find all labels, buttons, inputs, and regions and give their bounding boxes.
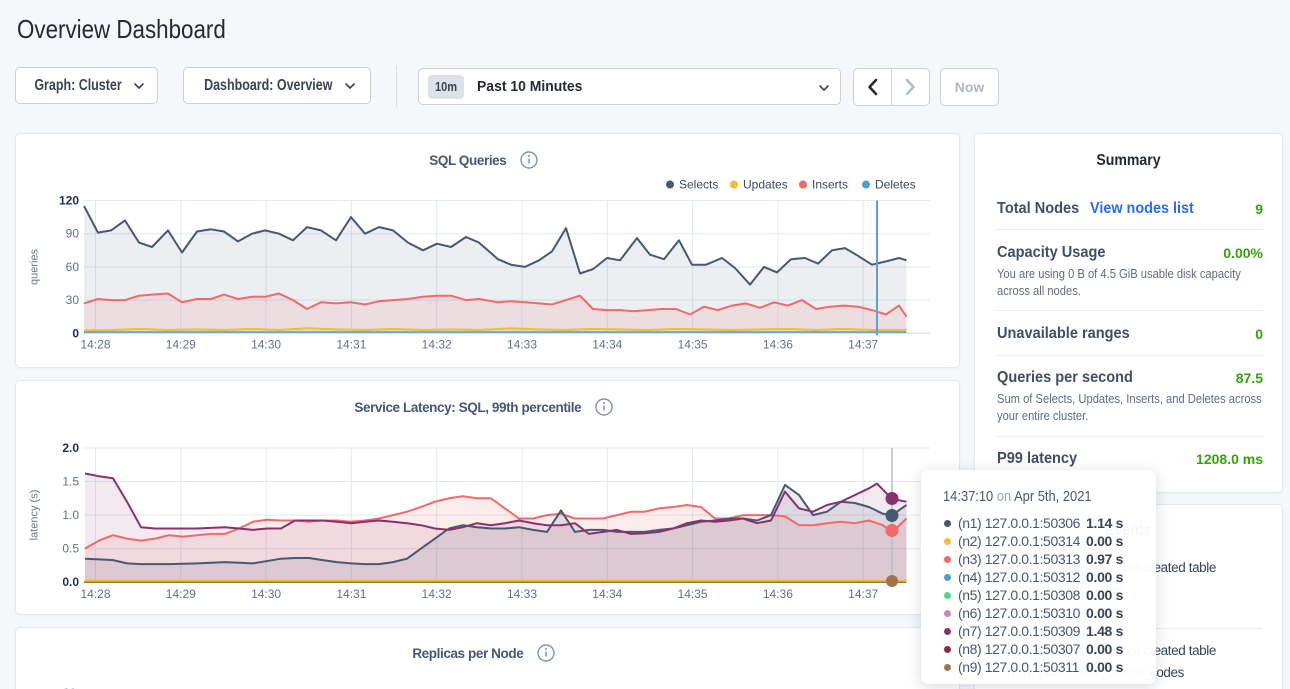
svg-text:14:32: 14:32 [422,586,452,600]
svg-text:Inserts: Inserts [812,178,848,192]
svg-text:14:37: 14:37 [848,338,878,352]
svg-text:queries: queries [29,248,41,285]
svg-text:14:37: 14:37 [848,586,878,600]
svg-text:14:34: 14:34 [592,338,622,352]
svg-text:2.0: 2.0 [62,441,79,455]
svg-text:1.0: 1.0 [62,508,79,522]
svg-text:Updates: Updates [743,178,788,192]
svg-text:30: 30 [66,293,80,307]
svg-text:14:34: 14:34 [592,586,622,600]
svg-text:14:31: 14:31 [336,586,366,600]
svg-text:0.5: 0.5 [62,541,79,555]
svg-text:14:29: 14:29 [166,338,196,352]
svg-text:Deletes: Deletes [875,178,916,192]
svg-text:14:33: 14:33 [507,586,537,600]
svg-text:14:36: 14:36 [763,338,793,352]
svg-text:14:30: 14:30 [251,586,281,600]
svg-text:60: 60 [66,260,80,274]
svg-text:14:32: 14:32 [422,338,452,352]
svg-text:14:31: 14:31 [336,338,366,352]
svg-text:14:36: 14:36 [763,586,793,600]
svg-text:14:28: 14:28 [80,586,110,600]
svg-text:0: 0 [72,326,79,340]
svg-text:14:30: 14:30 [251,338,281,352]
svg-text:1.5: 1.5 [62,474,79,488]
svg-text:120: 120 [59,194,79,208]
svg-text:14:35: 14:35 [678,586,708,600]
svg-text:Selects: Selects [679,178,718,192]
svg-text:90: 90 [66,227,80,241]
svg-text:14:35: 14:35 [678,338,708,352]
svg-text:14:29: 14:29 [166,586,196,600]
svg-text:0.0: 0.0 [62,575,79,589]
svg-text:14:33: 14:33 [507,338,537,352]
svg-text:latency (s): latency (s) [29,489,41,540]
svg-text:14:28: 14:28 [80,338,110,352]
